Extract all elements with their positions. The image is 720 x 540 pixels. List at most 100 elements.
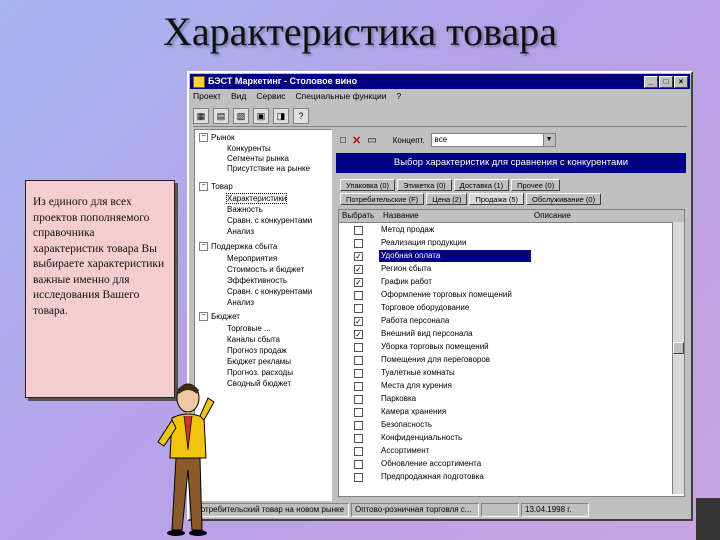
table-row[interactable]: ✓ График работ (339, 276, 669, 289)
new-icon[interactable]: □ (340, 135, 346, 146)
table-row[interactable]: Уборка торговых помещений (339, 341, 669, 354)
table-row[interactable]: Камера хранения (339, 406, 669, 419)
print-icon[interactable]: ▭ (367, 135, 376, 146)
row-checkbox[interactable] (354, 434, 363, 443)
tree-item[interactable]: Присутствие на рынке (227, 164, 310, 173)
table-row[interactable]: ✓ Внешний вид персонала (339, 328, 669, 341)
delete-icon[interactable]: ✕ (352, 134, 361, 147)
row-checkbox[interactable] (354, 239, 363, 248)
tree-group-market[interactable]: − Рынок (199, 133, 234, 143)
tree-item[interactable]: Анализ (227, 298, 254, 307)
table-row[interactable]: Предпродажная подготовка (339, 471, 669, 484)
row-checkbox[interactable] (354, 369, 363, 378)
tree-item[interactable]: Эффективность (227, 276, 287, 285)
tree-item[interactable]: Каналы сбыта (227, 335, 280, 344)
minimize-button[interactable]: _ (644, 76, 658, 88)
tab-sales[interactable]: Продажа (5) (469, 193, 525, 205)
tree-item[interactable]: Мероприятия (227, 254, 277, 263)
collapse-icon[interactable]: − (199, 312, 208, 322)
help-icon[interactable]: ? (293, 108, 309, 124)
tree-item[interactable]: Анализ (227, 227, 254, 236)
tree-item[interactable]: Сравн. с конкурентами (227, 216, 312, 225)
table-row[interactable]: Парковка (339, 393, 669, 406)
tree-item[interactable]: Сегменты рынка (227, 154, 289, 163)
table-row[interactable]: Обновление ассортимента (339, 458, 669, 471)
tab-other[interactable]: Прочее (0) (511, 179, 561, 191)
tree-item[interactable]: Сводный бюджет (227, 379, 291, 388)
tree-group-sales-support[interactable]: − Поддержка сбыта (199, 242, 277, 252)
column-header-name[interactable]: Название (383, 210, 419, 222)
table-row[interactable]: ✓ Работа персонала (339, 315, 669, 328)
tree-item[interactable]: Торговые ... (227, 324, 271, 333)
column-header-select[interactable]: Выбрать (342, 210, 374, 222)
tab-label[interactable]: Этикетка (0) (397, 179, 452, 191)
scroll-thumb[interactable] (673, 342, 684, 354)
tree-item[interactable]: Бюджет рекламы (227, 357, 291, 366)
row-checkbox[interactable]: ✓ (354, 330, 363, 339)
table-row[interactable]: Помещения для переговоров (339, 354, 669, 367)
table-row[interactable]: Безопасность (339, 419, 669, 432)
table-row[interactable]: Оформление торговых помещений (339, 289, 669, 302)
table-row[interactable]: ✓ Удобная оплата (339, 250, 669, 263)
row-checkbox[interactable] (354, 421, 363, 430)
menu-item-service[interactable]: Сервис (256, 91, 285, 104)
chevron-down-icon[interactable]: ▼ (542, 134, 555, 146)
row-checkbox[interactable] (354, 395, 363, 404)
tree-item[interactable]: Прогноз. расходы (227, 368, 293, 377)
tree-item[interactable]: Стоимость и бюджет (227, 265, 304, 274)
tree-item[interactable]: Важность (227, 205, 263, 214)
row-checkbox[interactable] (354, 356, 363, 365)
row-checkbox[interactable] (354, 382, 363, 391)
row-checkbox[interactable] (354, 343, 363, 352)
row-checkbox[interactable] (354, 447, 363, 456)
tab-delivery[interactable]: Доставка (1) (453, 179, 510, 191)
row-checkbox[interactable]: ✓ (354, 252, 363, 261)
concept-select[interactable]: все ▼ (430, 133, 556, 147)
close-button[interactable]: × (674, 76, 688, 88)
tree-item-characteristics[interactable]: Характеристики (225, 193, 288, 204)
table-row[interactable]: Туалетные комнаты (339, 367, 669, 380)
tree-item[interactable]: Конкуренты (227, 144, 271, 153)
row-checkbox[interactable] (354, 460, 363, 469)
column-header-description[interactable]: Описание (534, 210, 571, 222)
row-checkbox[interactable] (354, 291, 363, 300)
table-row[interactable]: ✓ Регион сбыта (339, 263, 669, 276)
row-checkbox[interactable] (354, 408, 363, 417)
tree-item[interactable]: Прогноз продаж (227, 346, 287, 355)
tab-consumer[interactable]: Потребительские (F) (340, 193, 425, 205)
row-checkbox[interactable]: ✓ (354, 265, 363, 274)
tab-service[interactable]: Обслуживание (0) (526, 193, 602, 205)
maximize-button[interactable]: □ (659, 76, 673, 88)
table-row[interactable]: Реализация продукции (339, 237, 669, 250)
slide-nav-button[interactable] (696, 498, 720, 540)
table-row[interactable]: Конфиденциальность (339, 432, 669, 445)
row-checkbox[interactable] (354, 473, 363, 482)
collapse-icon[interactable]: − (199, 242, 208, 252)
row-checkbox[interactable] (354, 304, 363, 313)
table-row[interactable]: Метод продаж (339, 224, 669, 237)
row-checkbox[interactable]: ✓ (354, 278, 363, 287)
menu-item-project[interactable]: Проект (193, 91, 221, 104)
menu-item-view[interactable]: Вид (231, 91, 246, 104)
tree-group-product[interactable]: − Товар (199, 182, 233, 192)
grid-view-icon[interactable]: ▦ (193, 108, 209, 124)
table-header: Выбрать Название Описание (339, 210, 684, 223)
row-checkbox[interactable] (354, 226, 363, 235)
vertical-scrollbar[interactable] (672, 222, 684, 494)
tab-packaging[interactable]: Упаковка (0) (340, 179, 396, 191)
calculator-icon[interactable]: ▣ (253, 108, 269, 124)
table-row[interactable]: Ассортимент (339, 445, 669, 458)
table-icon[interactable]: ▤ (213, 108, 229, 124)
menu-item-special[interactable]: Специальные функции (296, 91, 387, 104)
menu-item-help[interactable]: ? (397, 91, 402, 104)
tree-group-budget[interactable]: − Бюджет (199, 312, 240, 322)
tree-item[interactable]: Сравн. с конкурентами (227, 287, 312, 296)
document-icon[interactable]: ▧ (233, 108, 249, 124)
row-checkbox[interactable]: ✓ (354, 317, 363, 326)
collapse-icon[interactable]: − (199, 182, 208, 192)
expand-icon[interactable]: − (199, 133, 208, 143)
table-row[interactable]: Торговое оборудование (339, 302, 669, 315)
exit-icon[interactable]: ◨ (273, 108, 289, 124)
tab-price[interactable]: Цена (2) (426, 193, 468, 205)
table-row[interactable]: Места для курения (339, 380, 669, 393)
